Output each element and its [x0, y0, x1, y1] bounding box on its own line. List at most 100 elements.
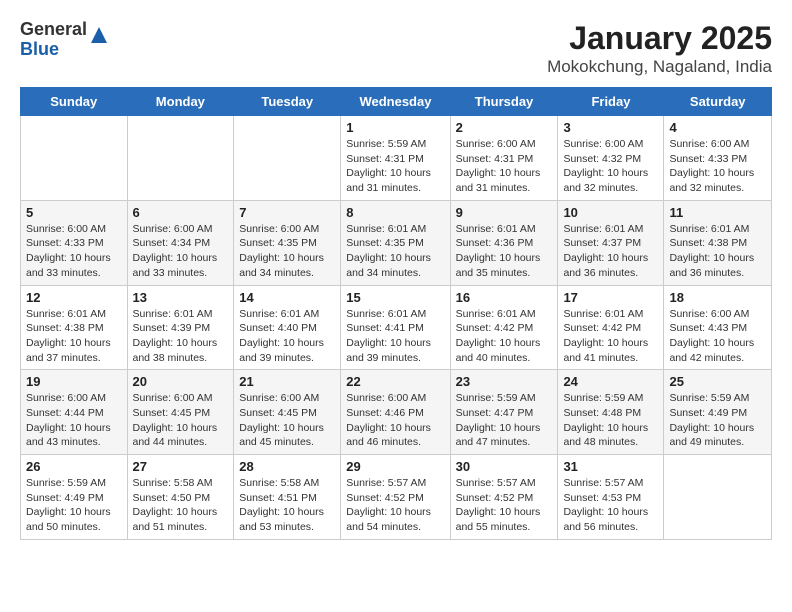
- weekday-header-monday: Monday: [127, 88, 234, 116]
- day-info: Sunrise: 6:00 AMSunset: 4:33 PMDaylight:…: [26, 222, 122, 281]
- day-info: Sunrise: 5:58 AMSunset: 4:51 PMDaylight:…: [239, 476, 335, 535]
- calendar-cell: [234, 116, 341, 201]
- day-number: 4: [669, 120, 766, 135]
- day-info: Sunrise: 6:01 AMSunset: 4:42 PMDaylight:…: [456, 307, 553, 366]
- calendar-cell: 29Sunrise: 5:57 AMSunset: 4:52 PMDayligh…: [341, 455, 450, 540]
- day-info: Sunrise: 5:57 AMSunset: 4:52 PMDaylight:…: [456, 476, 553, 535]
- day-number: 13: [133, 290, 229, 305]
- day-number: 22: [346, 374, 444, 389]
- day-info: Sunrise: 6:01 AMSunset: 4:38 PMDaylight:…: [669, 222, 766, 281]
- calendar-week-2: 5 Sunrise: 6:00 AMSunset: 4:33 PMDaylight…: [21, 200, 772, 285]
- day-number: 26: [26, 459, 122, 474]
- calendar-cell: 17Sunrise: 6:01 AMSunset: 4:42 PMDayligh…: [558, 285, 664, 370]
- day-number: 5: [26, 205, 122, 220]
- day-number: 6: [133, 205, 229, 220]
- calendar-cell: 30 Sunrise: 5:57 AMSunset: 4:52 PMDayligh…: [450, 455, 558, 540]
- day-number: 23: [456, 374, 553, 389]
- logo-general: General: [20, 20, 87, 40]
- day-info: Sunrise: 6:00 AMSunset: 4:33 PMDaylight:…: [669, 137, 766, 196]
- calendar-cell: 31 Sunrise: 5:57 AMSunset: 4:53 PMDayligh…: [558, 455, 664, 540]
- day-info: Sunrise: 6:00 AMSunset: 4:45 PMDaylight:…: [239, 391, 335, 450]
- calendar-week-4: 19 Sunrise: 6:00 AMSunset: 4:44 PMDayligh…: [21, 370, 772, 455]
- day-number: 8: [346, 205, 444, 220]
- day-info: Sunrise: 6:01 AMSunset: 4:40 PMDaylight:…: [239, 307, 335, 366]
- day-info: Sunrise: 6:01 AMSunset: 4:41 PMDaylight:…: [346, 307, 444, 366]
- calendar-cell: 19 Sunrise: 6:00 AMSunset: 4:44 PMDayligh…: [21, 370, 128, 455]
- calendar-cell: 5 Sunrise: 6:00 AMSunset: 4:33 PMDaylight…: [21, 200, 128, 285]
- day-number: 19: [26, 374, 122, 389]
- day-info: Sunrise: 6:01 AMSunset: 4:35 PMDaylight:…: [346, 222, 444, 281]
- calendar-week-5: 26Sunrise: 5:59 AMSunset: 4:49 PMDayligh…: [21, 455, 772, 540]
- weekday-header-sunday: Sunday: [21, 88, 128, 116]
- page-subtitle: Mokokchung, Nagaland, India: [547, 57, 772, 77]
- calendar-cell: 21 Sunrise: 6:00 AMSunset: 4:45 PMDayligh…: [234, 370, 341, 455]
- day-number: 9: [456, 205, 553, 220]
- day-info: Sunrise: 5:59 AMSunset: 4:31 PMDaylight:…: [346, 137, 444, 196]
- calendar-cell: 22 Sunrise: 6:00 AMSunset: 4:46 PMDayligh…: [341, 370, 450, 455]
- day-number: 31: [563, 459, 658, 474]
- calendar-cell: 20 Sunrise: 6:00 AMSunset: 4:45 PMDayligh…: [127, 370, 234, 455]
- calendar-cell: 8 Sunrise: 6:01 AMSunset: 4:35 PMDaylight…: [341, 200, 450, 285]
- calendar-cell: 25Sunrise: 5:59 AMSunset: 4:49 PMDayligh…: [664, 370, 772, 455]
- logo-icon: [89, 25, 109, 45]
- calendar-cell: 7 Sunrise: 6:00 AMSunset: 4:35 PMDaylight…: [234, 200, 341, 285]
- calendar-table: SundayMondayTuesdayWednesdayThursdayFrid…: [20, 87, 772, 540]
- day-info: Sunrise: 5:59 AMSunset: 4:48 PMDaylight:…: [563, 391, 658, 450]
- day-number: 1: [346, 120, 444, 135]
- page-header: General Blue January 2025 Mokokchung, Na…: [20, 20, 772, 77]
- calendar-week-3: 12 Sunrise: 6:01 AMSunset: 4:38 PMDayligh…: [21, 285, 772, 370]
- calendar-cell: 14 Sunrise: 6:01 AMSunset: 4:40 PMDayligh…: [234, 285, 341, 370]
- title-block: January 2025 Mokokchung, Nagaland, India: [547, 20, 772, 77]
- day-number: 14: [239, 290, 335, 305]
- calendar-week-1: 1 Sunrise: 5:59 AMSunset: 4:31 PMDaylight…: [21, 116, 772, 201]
- day-info: Sunrise: 6:01 AMSunset: 4:37 PMDaylight:…: [563, 222, 658, 281]
- day-info: Sunrise: 6:01 AMSunset: 4:42 PMDaylight:…: [563, 307, 658, 366]
- calendar-cell: 12 Sunrise: 6:01 AMSunset: 4:38 PMDayligh…: [21, 285, 128, 370]
- day-info: Sunrise: 6:00 AMSunset: 4:43 PMDaylight:…: [669, 307, 766, 366]
- day-info: Sunrise: 6:00 AMSunset: 4:34 PMDaylight:…: [133, 222, 229, 281]
- calendar-cell: 27Sunrise: 5:58 AMSunset: 4:50 PMDayligh…: [127, 455, 234, 540]
- day-info: Sunrise: 5:57 AMSunset: 4:53 PMDaylight:…: [563, 476, 658, 535]
- calendar-cell: [127, 116, 234, 201]
- day-number: 2: [456, 120, 553, 135]
- day-number: 16: [456, 290, 553, 305]
- calendar-cell: 2 Sunrise: 6:00 AMSunset: 4:31 PMDaylight…: [450, 116, 558, 201]
- day-number: 12: [26, 290, 122, 305]
- calendar-cell: 15 Sunrise: 6:01 AMSunset: 4:41 PMDayligh…: [341, 285, 450, 370]
- day-number: 27: [133, 459, 229, 474]
- calendar-cell: 18 Sunrise: 6:00 AMSunset: 4:43 PMDayligh…: [664, 285, 772, 370]
- calendar-cell: 1 Sunrise: 5:59 AMSunset: 4:31 PMDaylight…: [341, 116, 450, 201]
- day-number: 11: [669, 205, 766, 220]
- calendar-cell: 6 Sunrise: 6:00 AMSunset: 4:34 PMDaylight…: [127, 200, 234, 285]
- day-number: 7: [239, 205, 335, 220]
- day-number: 29: [346, 459, 444, 474]
- page-title: January 2025: [547, 20, 772, 57]
- weekday-header-thursday: Thursday: [450, 88, 558, 116]
- logo-blue: Blue: [20, 40, 87, 60]
- calendar-cell: 24 Sunrise: 5:59 AMSunset: 4:48 PMDayligh…: [558, 370, 664, 455]
- day-info: Sunrise: 6:00 AMSunset: 4:46 PMDaylight:…: [346, 391, 444, 450]
- day-info: Sunrise: 6:00 AMSunset: 4:44 PMDaylight:…: [26, 391, 122, 450]
- day-number: 10: [563, 205, 658, 220]
- day-info: Sunrise: 6:00 AMSunset: 4:31 PMDaylight:…: [456, 137, 553, 196]
- day-info: Sunrise: 6:01 AMSunset: 4:36 PMDaylight:…: [456, 222, 553, 281]
- calendar-cell: 16 Sunrise: 6:01 AMSunset: 4:42 PMDayligh…: [450, 285, 558, 370]
- day-number: 20: [133, 374, 229, 389]
- calendar-cell: [664, 455, 772, 540]
- day-info: Sunrise: 6:00 AMSunset: 4:45 PMDaylight:…: [133, 391, 229, 450]
- calendar-cell: 13Sunrise: 6:01 AMSunset: 4:39 PMDayligh…: [127, 285, 234, 370]
- weekday-header-saturday: Saturday: [664, 88, 772, 116]
- calendar-cell: 26Sunrise: 5:59 AMSunset: 4:49 PMDayligh…: [21, 455, 128, 540]
- day-number: 15: [346, 290, 444, 305]
- day-number: 21: [239, 374, 335, 389]
- weekday-header-tuesday: Tuesday: [234, 88, 341, 116]
- day-info: Sunrise: 6:00 AMSunset: 4:35 PMDaylight:…: [239, 222, 335, 281]
- day-info: Sunrise: 6:01 AMSunset: 4:38 PMDaylight:…: [26, 307, 122, 366]
- calendar-cell: 11 Sunrise: 6:01 AMSunset: 4:38 PMDayligh…: [664, 200, 772, 285]
- day-number: 30: [456, 459, 553, 474]
- calendar-cell: 10 Sunrise: 6:01 AMSunset: 4:37 PMDayligh…: [558, 200, 664, 285]
- day-number: 24: [563, 374, 658, 389]
- day-number: 18: [669, 290, 766, 305]
- weekday-header-wednesday: Wednesday: [341, 88, 450, 116]
- calendar-header-row: SundayMondayTuesdayWednesdayThursdayFrid…: [21, 88, 772, 116]
